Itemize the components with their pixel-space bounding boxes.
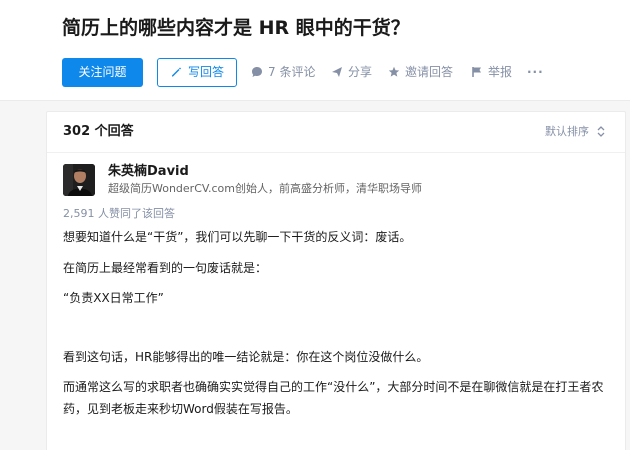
answers-count: 302 个回答 [63,124,134,139]
answer-paragraph: 而通常这么写的求职者也确确实实觉得自己的工作“没什么”，大部分时间不是在聊微信就… [63,380,604,416]
answer-paragraph: 在简历上最经常看到的一句废话就是： [63,261,268,275]
report-label: 举报 [488,65,513,79]
share-label: 分享 [348,65,373,79]
answer-paragraph: 想要知道什么是“干货”，我们可以先聊一下干货的反义词：废话。 [63,230,412,244]
author-bio: 超级简历WonderCV.com创始人，前高盛分析师，清华职场导师 [108,182,422,195]
comment-icon [252,67,262,77]
share-button[interactable]: 分享 [331,58,372,87]
report-button[interactable]: 举报 [471,58,512,87]
follow-question-button[interactable]: 关注问题 [62,58,143,87]
answer-paragraph: 看到这句话，HR能够得出的唯一结论就是：你在这个岗位没做什么。 [63,350,429,364]
sort-label: 默认排序 [545,125,589,138]
divider [47,152,625,153]
answer-card: 302 个回答 默认排序 朱英楠David 超级简历WonderCV.com创始… [46,111,626,450]
star-icon [388,66,400,77]
avatar[interactable] [63,164,95,196]
vote-count: 2,591 人赞同了该回答 [63,207,175,220]
report-icon [472,67,481,77]
more-button[interactable]: ··· [527,58,544,87]
write-answer-label: 写回答 [187,65,224,79]
comments-button[interactable]: 7 条评论 [251,58,315,87]
author-name[interactable]: 朱英楠David [108,163,189,181]
sort-dropdown[interactable]: 默认排序 [545,122,605,142]
invite-answer-label: 邀请回答 [405,65,454,79]
share-icon [332,67,342,77]
edit-icon [171,67,181,77]
invite-answer-button[interactable]: 邀请回答 [388,58,453,87]
comments-label: 7 条评论 [268,65,316,79]
question-title: 简历上的哪些内容才是 HR 眼中的干货？ [62,17,410,39]
question-header: 简历上的哪些内容才是 HR 眼中的干货？ 关注问题 写回答 7 条评论 分享 邀… [0,0,630,101]
write-answer-button[interactable]: 写回答 [157,58,237,87]
sort-icon [597,126,605,137]
answer-paragraph: “负责XX日常工作” [63,291,164,305]
